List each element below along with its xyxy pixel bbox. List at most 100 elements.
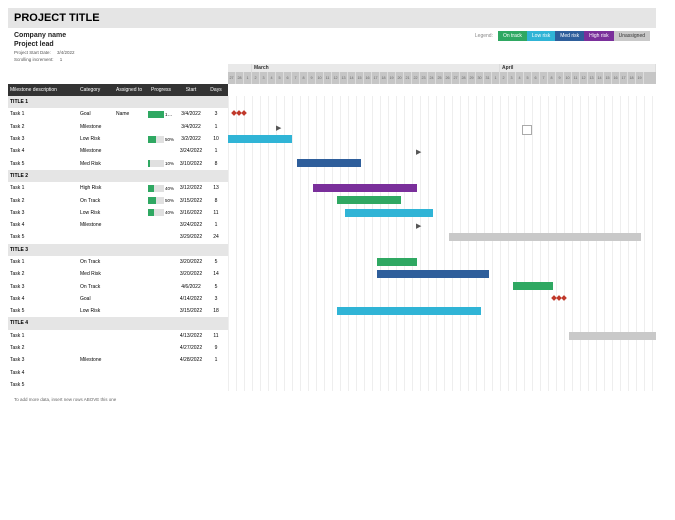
col-start: Start xyxy=(176,87,206,93)
day-cell: 4 xyxy=(268,72,276,84)
cell-desc: Task 4 xyxy=(8,222,78,228)
cell-start: 3/10/2022 xyxy=(176,161,206,167)
day-cell: 15 xyxy=(356,72,364,84)
gantt-bar xyxy=(377,258,417,266)
gantt-bar xyxy=(337,307,481,315)
cell-desc: Task 3 xyxy=(8,136,78,142)
cell-desc: Task 1 xyxy=(8,185,78,191)
legend-chip: High risk xyxy=(584,31,613,41)
day-cell: 21 xyxy=(404,72,412,84)
gantt-row xyxy=(228,268,656,280)
cell-category: Low Risk xyxy=(78,308,114,314)
start-date-row: Project Start Date: 3/4/2022 xyxy=(14,50,75,55)
cell-desc: Task 3 xyxy=(8,284,78,290)
task-row: Task 2Milestone3/4/20221 xyxy=(8,121,228,133)
goal-diamonds xyxy=(232,111,246,115)
task-row: Task 1On Track3/20/20225 xyxy=(8,256,228,268)
milestone-marker: ▶ xyxy=(276,124,281,132)
cell-desc: Task 3 xyxy=(8,357,78,363)
col-prog: Progress xyxy=(146,87,176,93)
gantt-row xyxy=(228,379,656,391)
gantt-bar xyxy=(377,270,489,278)
day-cell: 1 xyxy=(492,72,500,84)
task-row: Task 4Milestone3/24/20221 xyxy=(8,145,228,157)
external-checkbox[interactable] xyxy=(522,125,532,135)
gantt-row xyxy=(228,367,656,379)
cell-days: 1 xyxy=(206,222,226,228)
day-cell: 14 xyxy=(596,72,604,84)
cell-category: On Track xyxy=(78,284,114,290)
cell-desc: Task 2 xyxy=(8,124,78,130)
scroll-label: Scrolling increment: xyxy=(14,57,54,62)
gantt-row xyxy=(228,330,656,342)
cell-desc: Task 4 xyxy=(8,148,78,154)
cell-category: Low Risk xyxy=(78,210,114,216)
cell-days: 10 xyxy=(206,136,226,142)
gantt-row xyxy=(228,244,656,256)
day-cell: 25 xyxy=(436,72,444,84)
day-cell: 17 xyxy=(372,72,380,84)
day-cell: 12 xyxy=(332,72,340,84)
legend: Legend: On trackLow riskMed riskHigh ris… xyxy=(475,33,650,39)
cell-progress: 40% xyxy=(146,185,176,192)
cell-assigned: Name xyxy=(114,111,146,117)
cell-start: 3/15/2022 xyxy=(176,198,206,204)
scroll-value: 1 xyxy=(60,57,63,62)
right-panel: MarchApril 27281234567891011121314151617… xyxy=(228,64,656,391)
legend-chip: Low risk xyxy=(527,31,555,41)
task-row: Task 1High Risk40%3/12/202213 xyxy=(8,182,228,194)
gantt-row xyxy=(228,207,656,219)
gantt-body: ▶▶▶ xyxy=(228,96,656,391)
cell-days: 11 xyxy=(206,333,226,339)
day-cell: 23 xyxy=(420,72,428,84)
gantt-row: ▶ xyxy=(228,145,656,157)
cell-start: 3/20/2022 xyxy=(176,271,206,277)
day-cell: 10 xyxy=(316,72,324,84)
cell-days: 1 xyxy=(206,148,226,154)
gantt-row xyxy=(228,182,656,194)
task-row: Task 24/27/20229 xyxy=(8,342,228,354)
day-cell: 19 xyxy=(388,72,396,84)
day-cell: 22 xyxy=(412,72,420,84)
gantt-row xyxy=(228,293,656,305)
meta-left: Company name Project lead Project Start … xyxy=(14,32,75,62)
task-row: Task 5Med Risk10%3/10/20228 xyxy=(8,157,228,169)
day-cell: 13 xyxy=(588,72,596,84)
col-days: Days xyxy=(206,87,226,93)
day-cell: 6 xyxy=(532,72,540,84)
cell-desc: Task 3 xyxy=(8,210,78,216)
section-title-row: TITLE 1 xyxy=(8,96,228,108)
day-cell: 2 xyxy=(252,72,260,84)
gantt-row xyxy=(228,256,656,268)
cell-desc: Task 5 xyxy=(8,161,78,167)
cell-desc: Task 1 xyxy=(8,259,78,265)
cell-start: 4/27/2022 xyxy=(176,345,206,351)
day-cell: 20 xyxy=(396,72,404,84)
cell-category: Milestone xyxy=(78,124,114,130)
gantt-bar xyxy=(337,196,401,204)
task-row: Task 4 xyxy=(8,367,228,379)
day-cell: 18 xyxy=(380,72,388,84)
task-row: Task 53/29/202224 xyxy=(8,231,228,243)
cell-start: 3/2/2022 xyxy=(176,136,206,142)
cell-start: 4/13/2022 xyxy=(176,333,206,339)
cell-category: Milestone xyxy=(78,222,114,228)
gantt-row xyxy=(228,194,656,206)
cell-desc: Task 2 xyxy=(8,271,78,277)
body-wrap: Milestone description Category Assigned … xyxy=(8,64,656,391)
cell-days: 5 xyxy=(206,284,226,290)
day-cell: 8 xyxy=(548,72,556,84)
day-cell: 6 xyxy=(284,72,292,84)
milestone-marker: ▶ xyxy=(416,148,421,156)
cell-days: 1 xyxy=(206,357,226,363)
gantt-row xyxy=(228,170,656,182)
day-cell: 16 xyxy=(612,72,620,84)
start-date-value: 3/4/2022 xyxy=(57,50,75,55)
cell-start: 3/24/2022 xyxy=(176,222,206,228)
cell-start: 3/4/2022 xyxy=(176,111,206,117)
gantt-row xyxy=(228,317,656,329)
cell-days: 8 xyxy=(206,198,226,204)
cell-progress: 10% xyxy=(146,160,176,167)
cell-category: Med Risk xyxy=(78,271,114,277)
col-desc: Milestone description xyxy=(8,87,78,93)
